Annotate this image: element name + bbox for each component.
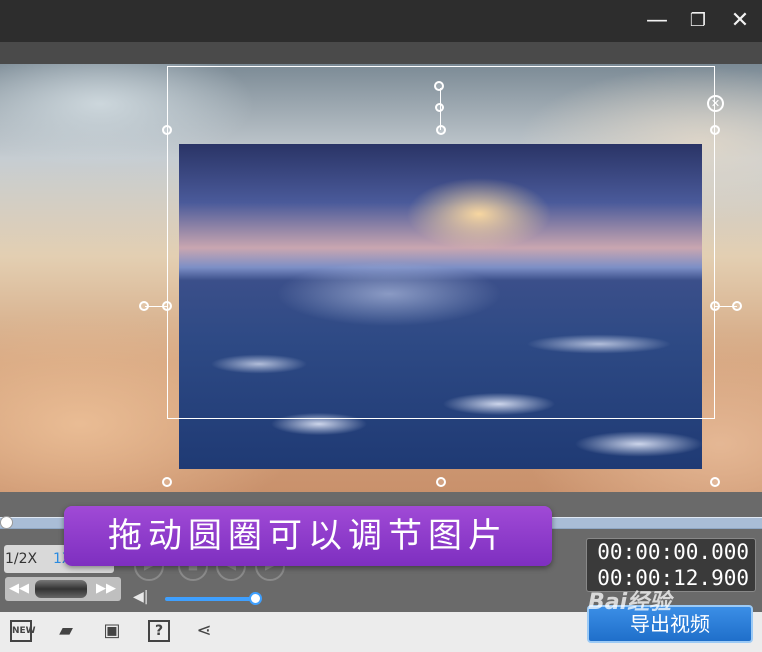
timeline-playhead[interactable] (0, 516, 13, 529)
resize-handle-left-outer[interactable] (139, 301, 149, 311)
current-time: 00:00:00.000 (597, 540, 749, 564)
resize-handle-right-outer[interactable] (732, 301, 742, 311)
remove-layer-icon[interactable]: ✕ (707, 95, 724, 112)
speed-half[interactable]: 1/2X (5, 545, 37, 573)
minimize-icon[interactable]: — (642, 6, 672, 36)
open-folder-icon[interactable]: ▰ (55, 620, 77, 642)
toolbar-strip (0, 42, 762, 64)
volume-slider[interactable] (165, 597, 255, 601)
fast-forward-icon[interactable]: ▶▶ (96, 579, 116, 599)
jog-knob[interactable] (35, 580, 87, 598)
new-icon[interactable]: NEW (10, 620, 36, 642)
resize-handle-bottom-right[interactable] (710, 477, 720, 487)
resize-handle-bottom-left[interactable] (162, 477, 172, 487)
restore-icon[interactable]: ❐ (683, 6, 713, 36)
volume-knob[interactable] (249, 592, 262, 605)
save-icon[interactable]: ▣ (101, 620, 123, 642)
resize-handle-top-left[interactable] (162, 125, 172, 135)
resize-handle-top[interactable] (436, 125, 446, 135)
resize-handle-bottom[interactable] (436, 477, 446, 487)
close-icon[interactable]: ✕ (725, 6, 755, 36)
volume-icon[interactable]: ◀| (133, 589, 148, 605)
resize-handle-top-right[interactable] (710, 125, 720, 135)
watermark: Bai经验 (588, 590, 672, 615)
share-icon[interactable]: ⋖ (193, 620, 215, 642)
help-icon[interactable]: ? (148, 620, 170, 642)
resize-handle-left[interactable] (162, 301, 172, 311)
rewind-icon[interactable]: ◀◀ (9, 579, 29, 599)
selection-box[interactable] (167, 66, 715, 419)
rotate-handle-mid[interactable] (435, 103, 444, 112)
resize-handle-right[interactable] (710, 301, 720, 311)
rotate-handle[interactable] (434, 81, 444, 91)
caption-banner: 拖动圆圈可以调节图片 (64, 506, 552, 566)
